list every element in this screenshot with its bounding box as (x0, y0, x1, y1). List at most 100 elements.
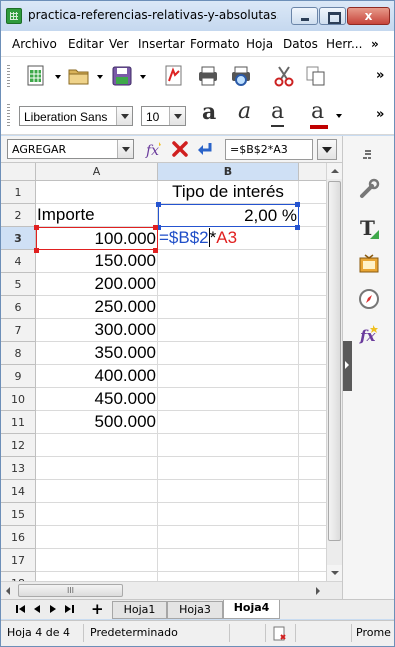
ref-handle[interactable] (153, 248, 158, 253)
menu-herramientas[interactable]: Herr... (326, 37, 362, 51)
ref-handle[interactable] (295, 225, 300, 230)
font-color-button[interactable]: a (311, 99, 324, 125)
cell-a11[interactable]: 500.000 (36, 411, 158, 434)
cell-a9[interactable]: 400.000 (36, 365, 158, 388)
cell[interactable] (158, 549, 299, 572)
row-header-3[interactable]: 3 (1, 227, 36, 250)
cell[interactable] (299, 296, 329, 319)
cell[interactable] (299, 526, 329, 549)
cell[interactable] (36, 526, 158, 549)
ref-handle[interactable] (295, 202, 300, 207)
cell[interactable] (158, 273, 299, 296)
menu-formato[interactable]: Formato (190, 37, 240, 51)
row-header-6[interactable]: 6 (1, 296, 36, 319)
italic-button[interactable]: a (238, 99, 251, 124)
title-bar[interactable]: practica-referencias-relativas-y-absolut… (1, 1, 394, 31)
cell[interactable] (299, 457, 329, 480)
cell[interactable] (299, 434, 329, 457)
font-color-dropdown-arrow[interactable] (336, 114, 342, 118)
row-header-8[interactable]: 8 (1, 342, 36, 365)
toolbar-grip[interactable] (7, 104, 10, 126)
cell[interactable] (158, 503, 299, 526)
cell[interactable] (158, 388, 299, 411)
cell-a4[interactable]: 150.000 (36, 250, 158, 273)
cell[interactable] (299, 365, 329, 388)
print-preview-icon[interactable] (230, 65, 252, 87)
cell[interactable] (36, 480, 158, 503)
sidebar-menu-icon[interactable] (362, 149, 376, 161)
new-spreadsheet-icon[interactable] (25, 65, 47, 87)
font-name-combo[interactable]: Liberation Sans (19, 106, 133, 126)
cell[interactable] (158, 296, 299, 319)
column-header-c[interactable] (299, 163, 329, 181)
row-header-17[interactable]: 17 (1, 549, 36, 572)
accept-icon[interactable] (196, 140, 214, 158)
navigator-icon[interactable] (358, 288, 380, 310)
cell-a2[interactable]: Importe (36, 204, 158, 227)
cell[interactable] (299, 503, 329, 526)
menu-datos[interactable]: Datos (283, 37, 318, 51)
cell[interactable] (299, 388, 329, 411)
horizontal-scroll-thumb[interactable]: III (18, 584, 123, 597)
cell[interactable] (299, 181, 329, 204)
cell[interactable] (299, 250, 329, 273)
close-button[interactable]: x (347, 7, 390, 25)
menu-archivo[interactable]: Archivo (12, 37, 57, 51)
sidebar-collapse-handle[interactable] (343, 341, 352, 391)
row-header-14[interactable]: 14 (1, 480, 36, 503)
cell[interactable] (299, 204, 329, 227)
toolbar-grip[interactable] (7, 65, 10, 87)
functions-icon[interactable]: fx (358, 323, 380, 345)
spreadsheet-grid[interactable]: A B 123456789101112131415161718 Tipo de … (1, 163, 342, 599)
properties-icon[interactable] (358, 178, 380, 200)
column-header-a[interactable]: A (36, 163, 158, 181)
cell[interactable] (158, 480, 299, 503)
menu-hoja[interactable]: Hoja (246, 37, 273, 51)
save-dropdown-arrow[interactable] (140, 75, 146, 79)
add-sheet-button[interactable]: + (91, 600, 104, 618)
name-box[interactable]: AGREGAR (7, 139, 134, 159)
cell[interactable] (36, 549, 158, 572)
cell-a10[interactable]: 450.000 (36, 388, 158, 411)
tab-hoja4[interactable]: Hoja4 (223, 600, 280, 619)
cell[interactable] (299, 227, 329, 250)
cell[interactable] (36, 457, 158, 480)
formula-input[interactable]: =$B$2*A3 (225, 139, 313, 160)
cell-b1[interactable]: Tipo de interés (158, 181, 299, 204)
cell-b3-editing[interactable]: =$B$2*A3 (158, 227, 299, 250)
menu-editar[interactable]: Editar (68, 37, 104, 51)
cell[interactable] (158, 342, 299, 365)
document-modified-icon[interactable] (271, 626, 287, 642)
cell[interactable] (158, 365, 299, 388)
row-header-2[interactable]: 2 (1, 204, 36, 227)
cell[interactable] (158, 319, 299, 342)
open-dropdown-arrow[interactable] (97, 75, 103, 79)
underline-button[interactable]: a (271, 99, 285, 127)
ref-handle[interactable] (34, 225, 39, 230)
first-sheet-icon[interactable] (15, 602, 27, 616)
cell[interactable] (158, 434, 299, 457)
cell[interactable] (36, 181, 158, 204)
save-icon[interactable] (111, 65, 133, 87)
menu-ver[interactable]: Ver (109, 37, 129, 51)
new-dropdown-arrow[interactable] (55, 75, 61, 79)
chevron-down-icon[interactable] (169, 107, 185, 125)
cell[interactable] (299, 411, 329, 434)
toolbar-overflow-button[interactable]: » (376, 68, 384, 83)
row-header-7[interactable]: 7 (1, 319, 36, 342)
row-header-16[interactable]: 16 (1, 526, 36, 549)
row-header-11[interactable]: 11 (1, 411, 36, 434)
chevron-down-icon[interactable] (116, 107, 132, 125)
cell[interactable] (158, 250, 299, 273)
font-size-combo[interactable]: 10 (141, 106, 186, 126)
column-header-b[interactable]: B (158, 163, 299, 181)
ref-handle[interactable] (34, 248, 39, 253)
cell[interactable] (158, 411, 299, 434)
last-sheet-icon[interactable] (63, 602, 75, 616)
tab-hoja1[interactable]: Hoja1 (112, 601, 167, 619)
minimize-button[interactable] (291, 7, 318, 25)
copy-icon[interactable] (305, 65, 327, 87)
cell[interactable] (158, 526, 299, 549)
row-header-12[interactable]: 12 (1, 434, 36, 457)
scroll-right-button[interactable] (310, 582, 326, 599)
